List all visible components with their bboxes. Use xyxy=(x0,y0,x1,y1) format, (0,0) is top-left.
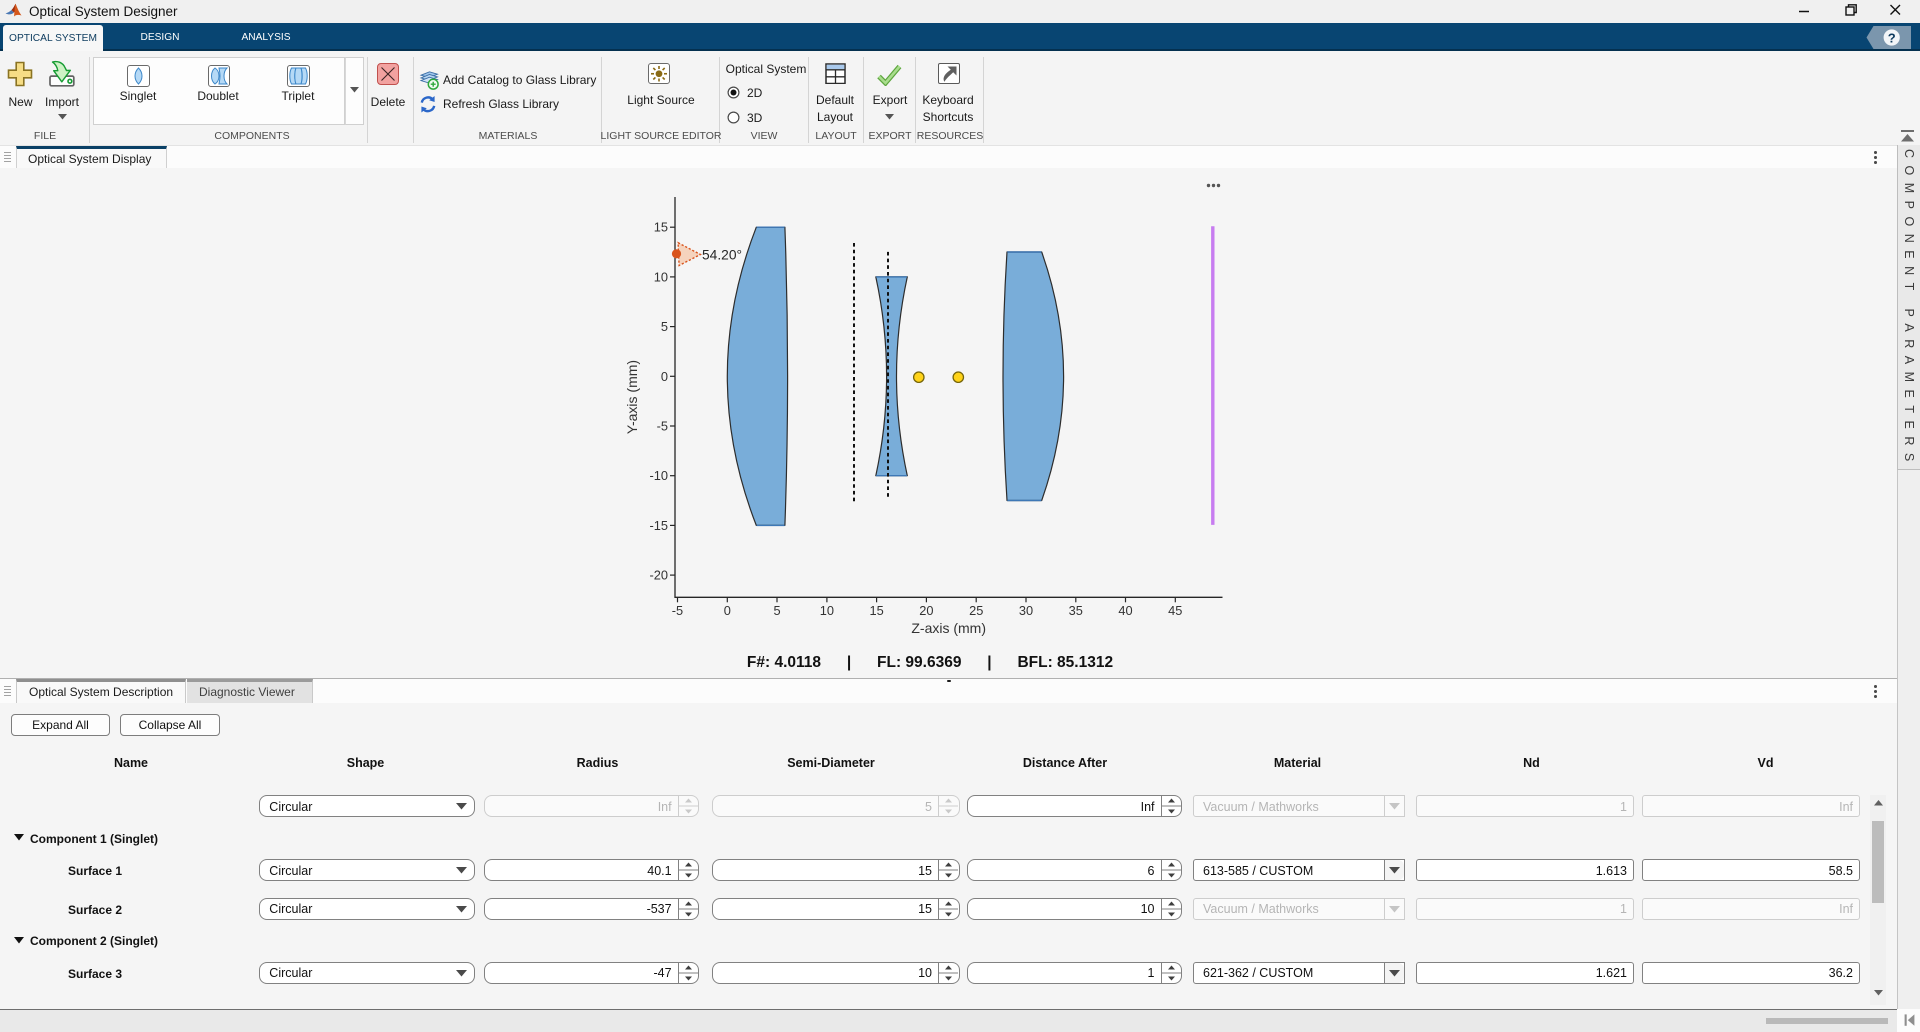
svg-text:30: 30 xyxy=(1019,603,1033,618)
svg-text:10: 10 xyxy=(820,603,834,618)
svg-text:Z-axis (mm): Z-axis (mm) xyxy=(911,620,986,636)
svg-text:25: 25 xyxy=(969,603,983,618)
svg-text:5: 5 xyxy=(773,603,780,618)
svg-text:-20: -20 xyxy=(650,568,669,583)
svg-text:0: 0 xyxy=(724,603,731,618)
svg-text:10: 10 xyxy=(654,269,668,284)
svg-text:20: 20 xyxy=(919,603,933,618)
svg-text:-10: -10 xyxy=(650,468,669,483)
svg-text:15: 15 xyxy=(869,603,883,618)
svg-text:0: 0 xyxy=(661,369,668,384)
svg-text:-15: -15 xyxy=(650,518,669,533)
svg-text:?: ? xyxy=(1888,30,1896,45)
svg-text:35: 35 xyxy=(1069,603,1083,618)
svg-text:40: 40 xyxy=(1118,603,1132,618)
svg-text:-5: -5 xyxy=(657,419,668,434)
svg-text:54.20°: 54.20° xyxy=(702,248,742,263)
svg-text:F#: 4.0118 | FL: 99.: F#: 4.0118 | FL: 99.6369 | BFL: 85.1312 xyxy=(747,654,1113,671)
svg-text:Y-axis (mm): Y-axis (mm) xyxy=(624,360,640,434)
svg-text:45: 45 xyxy=(1168,603,1182,618)
svg-text:15: 15 xyxy=(654,220,668,235)
svg-text:5: 5 xyxy=(661,319,668,334)
svg-text:-5: -5 xyxy=(672,603,683,618)
